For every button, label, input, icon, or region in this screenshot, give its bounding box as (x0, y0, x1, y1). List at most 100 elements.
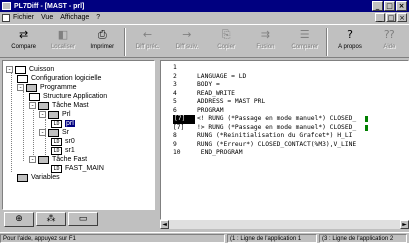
tree-node[interactable]: - Programme (17, 83, 77, 92)
tree-node[interactable]: LD prl (51, 119, 75, 128)
tree-node-label: FAST_MAIN (65, 165, 104, 172)
tree-node[interactable]: - Cuisson (6, 65, 54, 74)
folder-icon (48, 128, 59, 137)
line-number: 3 (173, 81, 177, 88)
tree-node[interactable]: Structure Application (29, 92, 107, 101)
about-icon: ? (347, 28, 353, 41)
tree-node[interactable]: - Sr (39, 128, 69, 137)
document-icon[interactable] (2, 13, 10, 22)
struct-icon (29, 92, 40, 101)
toolbar-button-3[interactable]: ← Diff préc. (128, 25, 167, 57)
diff-marker (365, 124, 369, 131)
toolbar-button-8[interactable]: ? A propos (330, 25, 369, 57)
toolbar-button-label: Compare (11, 44, 36, 50)
line-number: 2 (173, 72, 177, 80)
tree-node[interactable]: LD sr0 (51, 137, 75, 146)
toolbar-button-2[interactable]: ⎙ Imprimer (83, 25, 122, 57)
toolbar-button-4[interactable]: → Diff suiv. (167, 25, 206, 57)
code-line[interactable]: 5 ADDRESS = MAST PRL (173, 98, 356, 107)
ladder-section-icon: LD (51, 137, 62, 146)
code-line[interactable]: [7] <! RUNG (*Passage en mode manuel*) CL… (173, 115, 369, 124)
line-text: END_PROGRAM (197, 149, 243, 156)
tree-node-label: sr1 (65, 147, 75, 154)
toolbar-button-9[interactable]: ⁇ Aide (370, 25, 409, 57)
code-line[interactable]: 6 PROGRAM (173, 107, 356, 116)
project-tree[interactable]: - Cuisson Configuration logicielle - Program… (2, 60, 155, 210)
collapse-icon[interactable]: - (39, 129, 46, 136)
minimize-button[interactable]: _ (372, 1, 383, 11)
collapse-icon[interactable]: - (29, 102, 36, 109)
toolbar-button-0[interactable]: ⇄ Compare (4, 25, 43, 57)
line-number: 5 (173, 98, 177, 105)
menu-vue[interactable]: Vue (41, 14, 53, 21)
line-number: 10 (173, 149, 181, 156)
tree-node[interactable]: - Prl (39, 110, 71, 119)
close-button[interactable]: × (396, 1, 407, 11)
tree-node-label: Tâche Mast (52, 102, 89, 109)
folder-icon (17, 173, 28, 182)
tree-node[interactable]: LD FAST_MAIN (51, 164, 104, 173)
editor-gutter (161, 61, 171, 219)
line-text: READ_WRITE (197, 89, 235, 97)
toolbar-button-7[interactable]: ☰ Comparer (285, 25, 324, 57)
tree-tabs: ⊕ ⁂ ▭ (2, 211, 155, 229)
tree-node-label: Prl (62, 111, 71, 118)
tree-node[interactable]: Variables (17, 173, 60, 182)
menu-help[interactable]: ? (96, 14, 100, 21)
tree-node[interactable]: Configuration logicielle (17, 74, 101, 83)
toolbar-button-label: Aide (383, 44, 396, 50)
collapse-icon[interactable]: - (29, 156, 36, 163)
doc-minimize-button[interactable]: _ (375, 13, 385, 22)
line-number: 9 (173, 140, 177, 148)
folder-icon (26, 83, 37, 92)
collapse-icon[interactable]: - (39, 111, 46, 118)
scroll-right-button[interactable]: ► (400, 220, 409, 229)
diff-marker (365, 116, 369, 122)
toolbar: ⇄ Compare ◧ Localiser ⎙ Imprimer ← Diff préc. → D… (0, 24, 409, 58)
tree-node[interactable]: LD sr1 (51, 146, 75, 155)
toolbar-button-label: Comparer (291, 44, 319, 50)
toolbar-button-label: Imprimer (90, 44, 115, 50)
horizontal-scrollbar[interactable]: ◄ ► (160, 220, 409, 229)
title-bar[interactable]: PL7Diff - [MAST - prl] _ □ × (0, 0, 409, 12)
tree-node[interactable]: - Tâche Mast (29, 101, 89, 110)
compare-icon: ⇄ (19, 28, 29, 41)
toolbar-button-label: A propos (338, 44, 362, 50)
toolbar-button-6[interactable]: ⇉ Fusion (246, 25, 285, 57)
menu-bar: Fichier Vue Affichage ? (0, 12, 409, 23)
tree-node-label: Configuration logicielle (31, 75, 102, 82)
code-line[interactable]: 2 LANGUAGE = LD (173, 73, 356, 82)
prev-diff-icon: ← (142, 28, 153, 41)
tab-structure[interactable]: ⊕ (4, 212, 34, 227)
tree-node-label: Structure Application (43, 93, 108, 100)
line-number: 8 (173, 132, 177, 139)
menu-fichier[interactable]: Fichier (13, 14, 34, 21)
toolbar-button-1[interactable]: ◧ Localiser (43, 25, 82, 57)
code-editor[interactable]: 1 2 LANGUAGE = LD 3 BODY = 4 READ_WRITE 5 ADDRES… (160, 60, 409, 220)
code-line[interactable]: 9 RUNG (*Erreur*) CLOSED_CONTACT(%M3),V_L… (173, 141, 356, 150)
code-line[interactable]: 8 RUNG (*Reinitialisation du Grafcet*) H_… (173, 132, 356, 141)
code-line[interactable]: 10 END_PROGRAM (173, 149, 356, 158)
tab-network[interactable]: ⁂ (36, 212, 66, 226)
merge-icon: ⇉ (260, 28, 271, 41)
code-line[interactable]: 3 BODY = (173, 81, 356, 90)
collapse-icon[interactable]: - (6, 66, 13, 73)
toolbar-button-label: Diff suiv. (175, 44, 199, 50)
toolbar-button-label: Localiser (50, 44, 75, 50)
doc-maximize-button[interactable]: □ (386, 13, 396, 22)
code-line[interactable]: 1 (173, 64, 356, 73)
scroll-track[interactable] (169, 220, 400, 229)
collapse-icon[interactable]: - (17, 84, 24, 91)
folder-icon (38, 101, 49, 110)
code-line[interactable]: 4 READ_WRITE (173, 90, 356, 99)
code-line[interactable]: [7] !> RUNG (*Passage en mode manuel*) CL… (173, 124, 369, 133)
line-text: PROGRAM (197, 106, 224, 114)
scroll-left-button[interactable]: ◄ (160, 220, 169, 229)
menu-affichage[interactable]: Affichage (60, 14, 89, 21)
tree-node[interactable]: - Tâche Fast (29, 155, 87, 164)
line-text: RUNG (*Erreur*) CLOSED_CONTACT(%M3),V_LI… (197, 140, 357, 148)
maximize-button[interactable]: □ (384, 1, 395, 11)
toolbar-button-5[interactable]: ⎘ Copier (206, 25, 245, 57)
tab-window[interactable]: ▭ (68, 212, 98, 226)
doc-close-button[interactable]: × (397, 13, 407, 22)
